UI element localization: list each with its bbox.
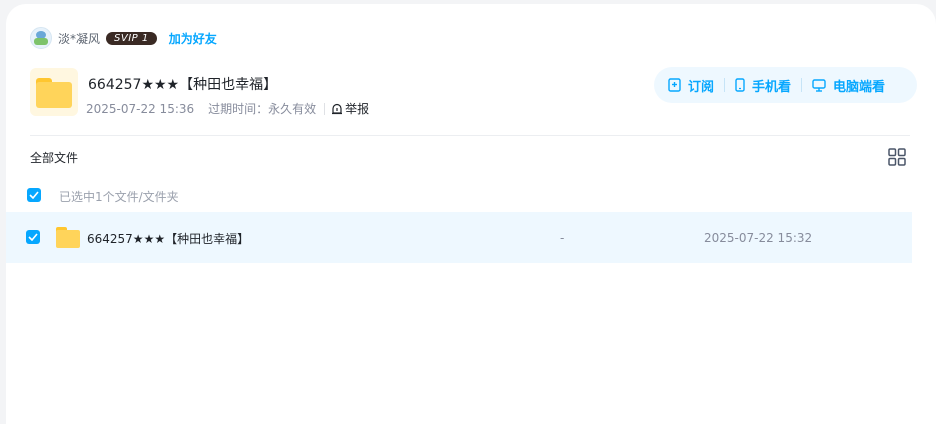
check-icon [28,233,38,241]
action-divider [724,78,726,92]
subscribe-button[interactable]: 订阅 [668,76,714,95]
file-name[interactable]: 664257★★★【种田也幸福】 [87,230,249,247]
bookmark-icon [668,78,681,92]
pc-view-label: 电脑端看 [833,79,886,95]
table-row[interactable]: 664257★★★【种田也幸福】 - 2025-07-22 15:32 [6,212,912,263]
file-date: 2025-07-22 15:32 [704,231,813,245]
header-divider [30,135,910,136]
user-row: 淡*凝风 SVIP 1 加为好友 [30,27,217,49]
monitor-icon [812,78,826,92]
user-name[interactable]: 淡*凝风 [58,30,100,47]
breadcrumb[interactable]: 全部文件 [30,149,78,166]
selection-status: 已选中1个文件/文件夹 [59,190,179,204]
check-icon [29,191,39,199]
folder-icon [30,68,78,116]
share-created-date: 2025-07-22 15:36 [86,101,195,116]
report-button[interactable]: 举报 [331,100,369,117]
share-card: 淡*凝风 SVIP 1 加为好友 664257★★★【种田也幸福】 2025-0… [6,4,936,424]
mobile-view-button[interactable]: 手机看 [735,76,791,95]
share-meta: 2025-07-22 15:36 过期时间： 永久有效 举报 [86,100,369,117]
avatar[interactable] [30,27,52,49]
meta-divider [324,102,326,115]
expiry-value: 永久有效 [268,102,317,116]
share-title: 664257★★★【种田也幸福】 [88,77,278,93]
mobile-view-label: 手机看 [752,79,792,95]
row-checkbox[interactable] [26,230,40,244]
expiry-label: 过期时间： [208,102,269,116]
grid-view-icon[interactable] [888,148,906,166]
phone-icon [735,78,745,92]
pc-view-button[interactable]: 电脑端看 [812,76,885,95]
report-label: 举报 [345,102,370,116]
subscribe-label: 订阅 [688,79,715,95]
report-icon [332,103,343,114]
vip-badge: SVIP 1 [106,31,157,45]
file-size: - [560,231,565,245]
select-all-checkbox[interactable] [27,188,41,202]
action-bar: 订阅 手机看 电脑端看 [654,67,917,103]
action-divider [801,78,803,92]
folder-icon [56,227,80,249]
add-friend-button[interactable]: 加为好友 [169,30,217,47]
